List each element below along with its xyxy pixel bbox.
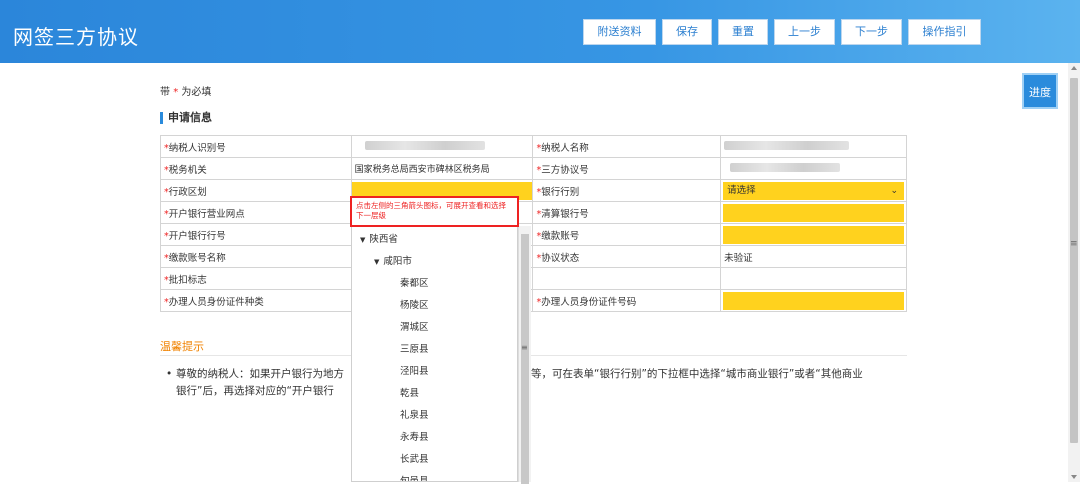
progress-button[interactable]: 进度 [1022,73,1058,109]
taxpayer-id-value [350,135,534,158]
hint-line-2: 下一层级 [356,211,386,220]
reset-button[interactable]: 重置 [718,19,768,45]
required-star: * [173,87,179,98]
tips-line-1b: 等，可在表单“银行行别”的下拉框中选择“城市商业银行”或者“其他商业 [531,368,863,380]
tree-leaf-district[interactable]: 秦都区 [400,275,429,289]
empty-value [720,267,907,290]
bank-type-select[interactable]: 请选择 ⌄ [720,179,907,202]
required-note-prefix: 带 [160,87,170,98]
label-agreement-no: *三方协议号 [532,157,722,180]
tree-node-province[interactable]: ▼ 陕西省 [360,231,398,245]
agreement-status-value: 未验证 [720,245,907,268]
page-scrollbar[interactable]: ≡ [1068,63,1080,482]
expand-triangle-icon[interactable]: ▼ [374,258,379,266]
label-id-type: *办理人员身份证件种类 [160,289,352,312]
label-id-number: *办理人员身份证件号码 [532,289,722,312]
form-row: *行政区划 *银行行别 请选择 ⌄ [160,179,907,202]
tree-leaf-district[interactable]: 礼泉县 [400,407,429,421]
chevron-down-icon: ⌄ [890,185,898,196]
label-agreement-status: *协议状态 [532,245,722,268]
app-header: 网签三方协议 附送资料 保存 重置 上一步 下一步 操作指引 [0,0,1080,63]
required-note: 带 * 为必填 [160,83,211,98]
expand-triangle-icon[interactable]: ▼ [360,236,365,244]
application-form: *纳税人识别号 *纳税人名称 *税务机关 国家税务总局西安市碑林区税务局 *三方… [160,135,907,312]
tree-leaf-district[interactable]: 长武县 [400,451,429,465]
tree-leaf-district[interactable]: 泾阳县 [400,363,429,377]
payment-account-field[interactable] [720,223,907,246]
label-batch-flag: *批扣标志 [160,267,352,290]
save-button[interactable]: 保存 [662,19,712,45]
dropdown-scrollbar-thumb[interactable] [521,234,529,484]
page-title: 网签三方协议 [13,25,139,49]
grip-icon: ≡ [521,343,528,352]
dropdown-scrollbar[interactable]: ≡ [518,226,531,484]
label-admin-region: *行政区划 [160,179,352,202]
tree-leaf-district[interactable]: 杨陵区 [400,297,429,311]
attach-docs-button[interactable]: 附送资料 [583,19,656,45]
tips-line-2: 银行”后，再选择对应的“开户银行 [176,385,334,397]
clearing-bank-no-field[interactable] [720,201,907,224]
label-bank-no: *开户银行行号 [160,223,352,246]
form-row: *批扣标志 [160,267,907,290]
taxpayer-name-value [720,135,907,158]
form-row: *办理人员身份证件种类 *办理人员身份证件号码 [160,289,907,312]
required-note-suffix: 为必填 [181,87,212,98]
tips-title: 温馨提示 [160,340,204,353]
section-title: 申请信息 [160,112,212,124]
label-payment-account: *缴款账号 [532,223,722,246]
tree-leaf-district[interactable]: 渭城区 [400,319,429,333]
next-step-button[interactable]: 下一步 [841,19,902,45]
tree-leaf-district[interactable]: 乾县 [400,385,419,399]
scroll-down-icon[interactable] [1071,475,1077,479]
guide-button[interactable]: 操作指引 [908,19,981,45]
tips-line-1a: 尊敬的纳税人：如果开户银行为地方 [176,368,344,380]
region-tree-dropdown[interactable]: ▼ 陕西省 ▼ 咸阳市 秦都区 杨陵区 渭城区 三原县 泾阳县 乾县 礼泉县 永寿县… [351,226,518,482]
tree-leaf-district[interactable]: 永寿县 [400,429,429,443]
label-account-name: *缴款账号名称 [160,245,352,268]
divider [160,355,907,356]
form-row: *开户银行行号 *缴款账号 [160,223,907,246]
label-clearing-bank-no: *清算银行号 [532,201,722,224]
label-taxpayer-name: *纳税人名称 [532,135,722,158]
scroll-up-icon[interactable] [1071,66,1077,70]
prev-step-button[interactable]: 上一步 [774,19,835,45]
form-row: *缴款账号名称 *协议状态 未验证 [160,245,907,268]
tree-leaf-district[interactable]: 三原县 [400,341,429,355]
label-bank-type: *银行行别 [532,179,722,202]
scrollbar-thumb[interactable] [1070,78,1078,443]
form-row: *纳税人识别号 *纳税人名称 [160,135,907,158]
label-tax-authority: *税务机关 [160,157,352,180]
label-bank-branch: *开户银行营业网点 [160,201,352,224]
id-number-field[interactable] [720,289,907,312]
bank-type-selected: 请选择 [727,184,756,196]
tree-leaf-district[interactable]: 旬邑县 [400,473,429,481]
empty-label [532,267,722,290]
agreement-no-value [720,157,907,180]
label-taxpayer-id: *纳税人识别号 [160,135,352,158]
tree-node-city[interactable]: ▼ 咸阳市 [374,253,412,267]
grip-icon: ≡ [1070,239,1078,249]
tax-authority-value: 国家税务总局西安市碑林区税务局 [350,157,534,180]
hint-tooltip: 点击左侧的三角箭头图标，可展开查看和选择 下一层级 [350,196,519,227]
form-row: *开户银行营业网点 *清算银行号 [160,201,907,224]
bullet: • [166,368,173,380]
form-row: *税务机关 国家税务总局西安市碑林区税务局 *三方协议号 [160,157,907,180]
hint-line-1: 点击左侧的三角箭头图标，可展开查看和选择 [356,201,506,210]
